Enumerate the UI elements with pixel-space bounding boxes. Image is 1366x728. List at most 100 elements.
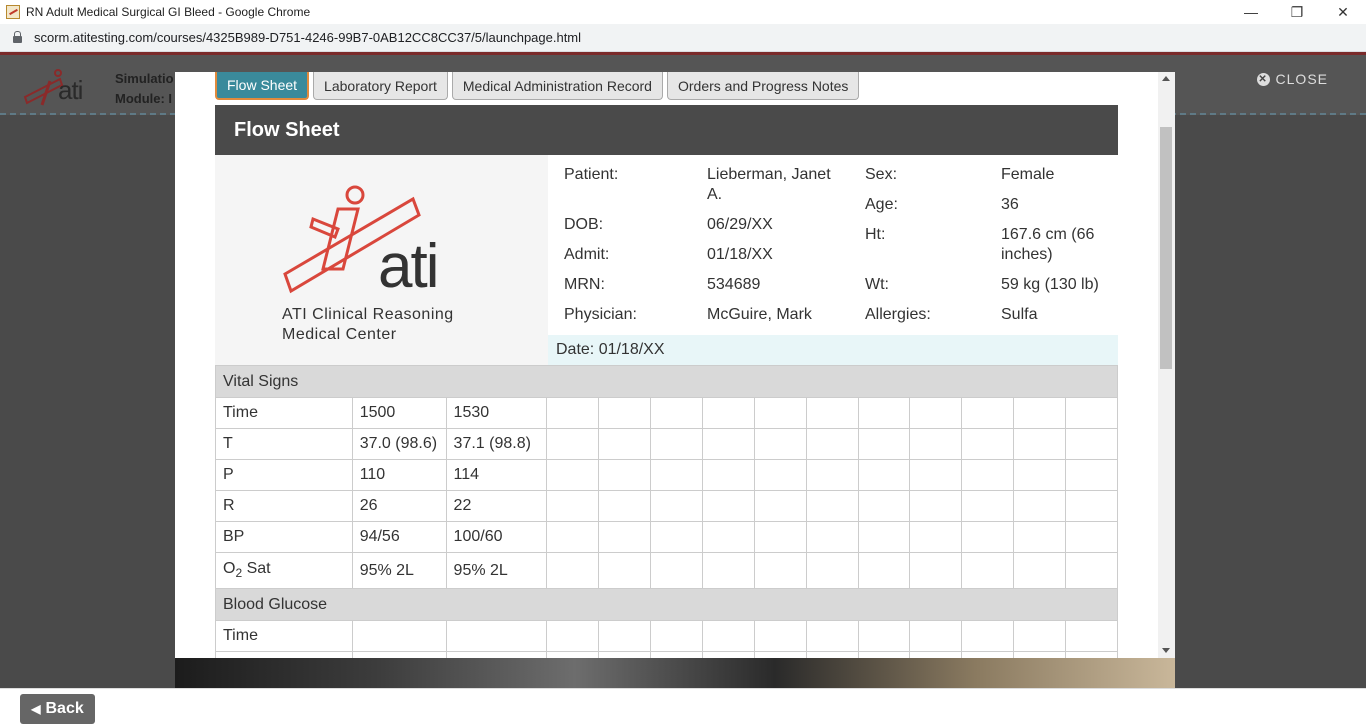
- ht-value: 167.6 cm (66 inches): [1001, 226, 1095, 263]
- admit-value: 01/18/XX: [707, 246, 773, 263]
- physician-value: McGuire, Mark: [707, 306, 812, 323]
- cell: [445, 651, 548, 658]
- modal-scrollbar[interactable]: [1158, 72, 1175, 658]
- cell: [546, 459, 600, 491]
- cell: 26: [351, 490, 447, 522]
- sex-value: Female: [1001, 166, 1055, 183]
- cell: 94/56: [351, 521, 447, 553]
- cell: [961, 521, 1015, 553]
- cell: [1013, 521, 1066, 553]
- window-controls: — ❐ ✕: [1228, 0, 1366, 24]
- row-label: Time: [215, 620, 353, 652]
- row-label: O2 Sat: [215, 552, 353, 589]
- table-row: Blood Glucose: [215, 588, 1118, 621]
- cell: [961, 459, 1015, 491]
- cell: [1065, 459, 1118, 491]
- patient-label: Patient:: [564, 166, 619, 183]
- background-photo: [175, 656, 1175, 688]
- cell: [805, 490, 859, 522]
- age-label: Age:: [865, 196, 898, 213]
- cell: [650, 397, 703, 429]
- cell: [701, 459, 755, 491]
- cell: [857, 552, 911, 589]
- cell: [701, 620, 755, 652]
- close-button[interactable]: ✕ CLOSE: [1256, 71, 1328, 87]
- scroll-up-icon[interactable]: [1162, 76, 1170, 81]
- cell: [546, 397, 600, 429]
- restore-button[interactable]: ❐: [1274, 0, 1320, 24]
- cell: [701, 428, 755, 460]
- cell: [598, 552, 652, 589]
- cell: [351, 651, 447, 658]
- table-row: R 26 22: [215, 490, 1118, 522]
- cell: 1530: [445, 397, 548, 429]
- cell: [909, 651, 963, 658]
- cell: [1013, 459, 1066, 491]
- cell: [1065, 428, 1118, 460]
- mrn-label: MRN:: [564, 276, 605, 293]
- scroll-down-icon[interactable]: [1162, 648, 1170, 653]
- cell: [961, 397, 1015, 429]
- cell: 37.0 (98.6): [351, 428, 447, 460]
- cell: [701, 651, 755, 658]
- cell: 114: [445, 459, 548, 491]
- address-bar[interactable]: scorm.atitesting.com/courses/4325B989-D7…: [0, 24, 1366, 52]
- cell: [857, 651, 911, 658]
- wt-value: 59 kg (130 lb): [1001, 276, 1099, 293]
- cell: [857, 397, 911, 429]
- patient-value: Lieberman, Janet A.: [707, 166, 831, 203]
- table-row: BP 94/56 100/60: [215, 521, 1118, 553]
- tab-orders-and-progress-notes[interactable]: Orders and Progress Notes: [666, 72, 860, 100]
- table-row: T 37.0 (98.6) 37.1 (98.8): [215, 428, 1118, 460]
- cell: [546, 490, 600, 522]
- cell: [909, 459, 963, 491]
- bottom-bar: ◀ Back: [0, 688, 1366, 728]
- cell: [1013, 651, 1066, 658]
- cell: [1065, 521, 1118, 553]
- cell: [857, 459, 911, 491]
- module-label: Module: I: [115, 91, 173, 106]
- back-button[interactable]: ◀ Back: [20, 694, 95, 724]
- cell: [445, 620, 548, 652]
- logo-word: ati: [378, 232, 437, 294]
- cell: [546, 552, 600, 589]
- cell: [1065, 552, 1118, 589]
- cell: [1065, 490, 1118, 522]
- url-text[interactable]: scorm.atitesting.com/courses/4325B989-D7…: [34, 30, 581, 45]
- close-window-button[interactable]: ✕: [1320, 0, 1366, 24]
- table-row: P 110 114: [215, 459, 1118, 491]
- cell: [961, 651, 1015, 658]
- sex-label: Sex:: [865, 166, 898, 183]
- minimize-button[interactable]: —: [1228, 0, 1274, 24]
- cell: [909, 521, 963, 553]
- bg-logo-word: ati: [58, 75, 83, 105]
- cell: 22: [445, 490, 548, 522]
- allergies-value: Sulfa: [1001, 306, 1038, 323]
- o2-label-rest: Sat: [242, 560, 271, 578]
- blood-glucose-header: Blood Glucose: [215, 588, 1118, 621]
- row-label: Time: [215, 397, 353, 429]
- wt-label: Wt:: [865, 276, 889, 293]
- row-label: BP: [215, 521, 353, 553]
- cell: 100/60: [445, 521, 548, 553]
- ht-label: Ht:: [865, 226, 886, 243]
- cell: [650, 521, 703, 553]
- scrollbar-thumb[interactable]: [1160, 127, 1172, 369]
- window-title: RN Adult Medical Surgical GI Bleed - Goo…: [26, 5, 311, 19]
- cell: [805, 428, 859, 460]
- tab-flow-sheet[interactable]: Flow Sheet: [215, 72, 310, 100]
- cell: [805, 620, 859, 652]
- cell: [753, 428, 807, 460]
- cell: [805, 521, 859, 553]
- cell: [546, 620, 600, 652]
- tab-medical-administration-record[interactable]: Medical Administration Record: [451, 72, 663, 100]
- cell: [650, 428, 703, 460]
- row-label: R: [215, 490, 353, 522]
- cell: 37.1 (98.8): [445, 428, 548, 460]
- dob-value: 06/29/XX: [707, 216, 773, 233]
- cell: [598, 651, 652, 658]
- lock-icon[interactable]: [13, 31, 22, 43]
- cell: [1065, 620, 1118, 652]
- cell: [546, 521, 600, 553]
- tab-laboratory-report[interactable]: Laboratory Report: [313, 72, 448, 100]
